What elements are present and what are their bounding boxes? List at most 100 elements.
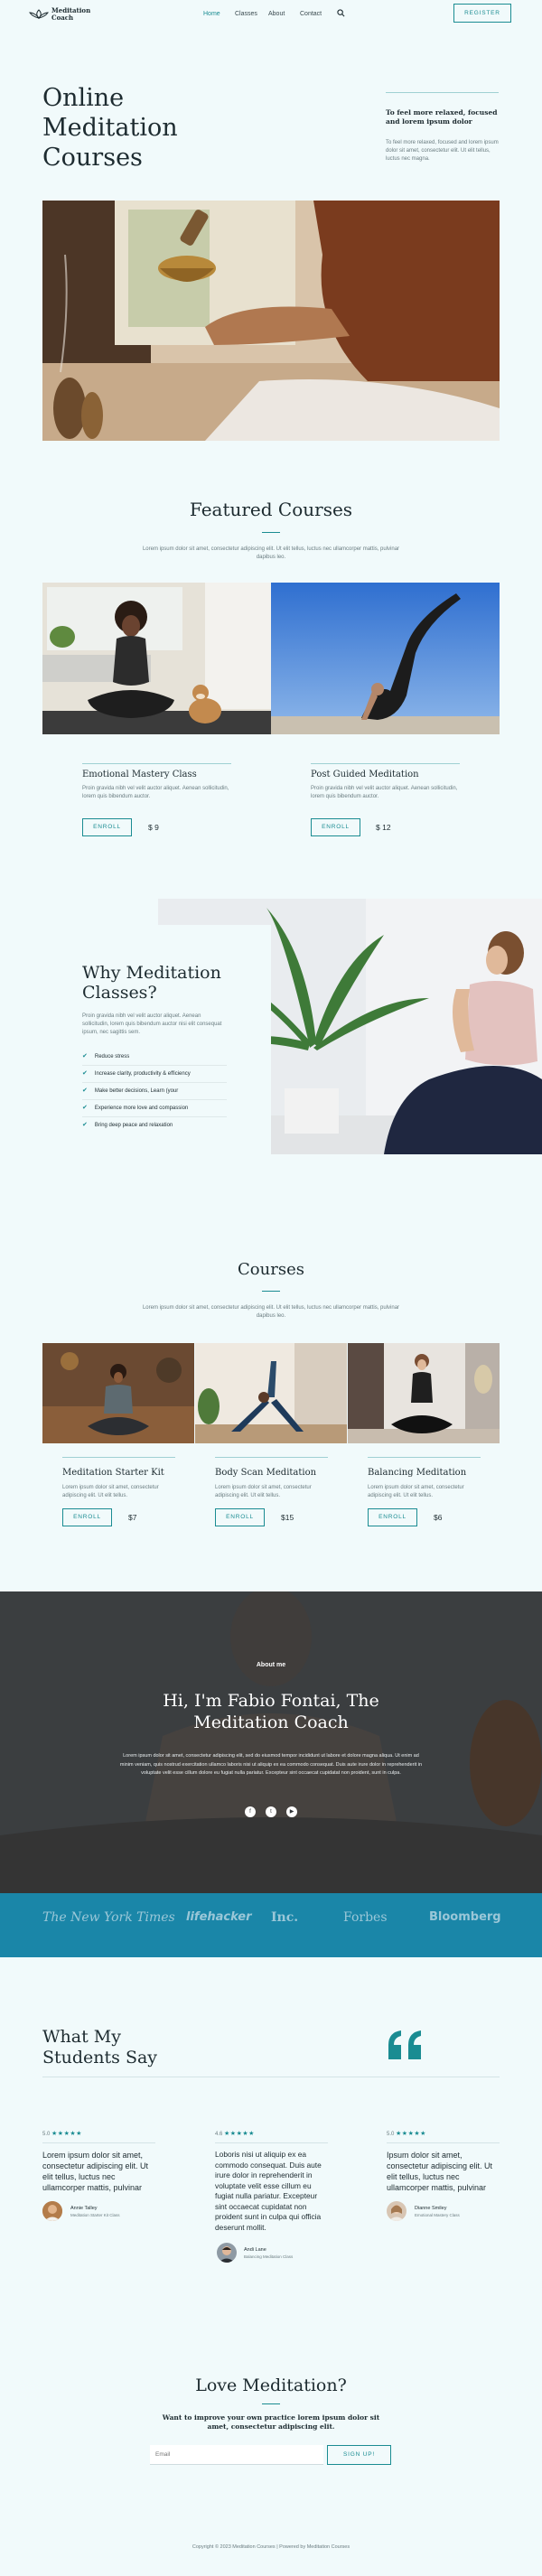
- check-icon: ✔: [82, 1122, 88, 1128]
- courses-title: Courses: [238, 1260, 304, 1279]
- about-text: Lorem ipsum dolor sit amet, consectetur …: [119, 1753, 423, 1776]
- why-item-label: Experience more love and compassion: [94, 1106, 189, 1111]
- why-item-label: Increase clarity, productivity & efficie…: [94, 1071, 191, 1077]
- why-title: Why Meditation Classes?: [82, 963, 221, 1003]
- course-2-divider: [215, 1457, 328, 1458]
- courses-intro: Lorem ipsum dolor sit amet, consectetur …: [142, 1305, 400, 1319]
- youtube-icon[interactable]: ▶: [286, 1806, 297, 1817]
- about-title-line: Meditation Coach: [193, 1713, 349, 1732]
- review-1-rating: 5.0 ★★★★★: [42, 2130, 82, 2137]
- star-rating-icon: ★★★★★: [224, 2131, 255, 2137]
- sign-up-button[interactable]: SIGN UP!: [327, 2445, 391, 2465]
- press-logo-nyt: The New York Times: [42, 1910, 175, 1925]
- hero-title-line: Courses: [42, 144, 143, 172]
- check-icon: ✔: [82, 1087, 88, 1094]
- nav-about[interactable]: About: [268, 11, 285, 17]
- nav-home[interactable]: Home: [203, 11, 220, 17]
- review-3-name: Dianne Smiley: [415, 2206, 447, 2211]
- newsletter-title: Love Meditation?: [195, 2375, 347, 2395]
- featured-intro: Lorem ipsum dolor sit amet, consectetur …: [142, 546, 400, 560]
- course-2-text: Lorem ipsum dolor sit amet, consectetur …: [215, 1485, 312, 1498]
- search-icon[interactable]: [337, 9, 345, 17]
- hero-title: Online Meditation Courses: [42, 83, 178, 173]
- featured-title: Featured Courses: [189, 499, 353, 520]
- press-band: [0, 1893, 542, 1957]
- course-1-enroll-button[interactable]: ENROLL: [62, 1508, 112, 1526]
- newsletter-divider: [262, 2403, 280, 2404]
- review-2-avatar: [217, 2243, 237, 2263]
- why-item: ✔ Bring deep peace and relaxation: [82, 1121, 227, 1134]
- star-rating-icon: ★★★★★: [51, 2131, 82, 2137]
- hero-title-line: Online: [42, 84, 125, 112]
- why-item: ✔ Reduce stress: [82, 1052, 227, 1066]
- review-1-name: Annie Talley: [70, 2206, 98, 2211]
- about-title-line: Hi, I'm Fabio Fontai, The: [163, 1691, 379, 1711]
- course-image-3: [348, 1343, 500, 1443]
- review-2-text: Loboris nisi ut aliquip ex ea commodo co…: [215, 2150, 322, 2232]
- twitter-icon[interactable]: t: [266, 1806, 276, 1817]
- course-1-text: Lorem ipsum dolor sit amet, consectetur …: [62, 1485, 159, 1498]
- check-icon: ✔: [82, 1053, 88, 1059]
- course-2-price: $15: [281, 1513, 294, 1522]
- course-1-price: $7: [128, 1513, 137, 1522]
- course-2-enroll-button[interactable]: ENROLL: [215, 1508, 265, 1526]
- lotus-logo-icon[interactable]: [29, 8, 49, 19]
- course-1-divider: [62, 1457, 175, 1458]
- testimonials-title-line: What My: [42, 2027, 121, 2047]
- course-image-2: [195, 1343, 347, 1443]
- why-item-label: Make better decisions, Learn (your: [94, 1088, 179, 1094]
- about-background-image: [0, 1591, 542, 1893]
- review-2-name: Andi Lane: [244, 2247, 266, 2253]
- review-2-course: Balancing Meditation Class: [244, 2254, 294, 2259]
- newsletter-subtitle: Want to improve your own practice lorem …: [162, 2413, 380, 2431]
- course-3-price: $6: [434, 1513, 443, 1522]
- review-1-avatar: [42, 2201, 62, 2221]
- course-3-divider: [368, 1457, 481, 1458]
- nav-contact[interactable]: Contact: [300, 11, 322, 17]
- why-item-label: Reduce stress: [94, 1054, 130, 1059]
- hero-aside-heading: To feel more relaxed, focused and lorem …: [386, 108, 498, 126]
- featured-card-1-title[interactable]: Emotional Mastery Class: [82, 770, 197, 779]
- courses-divider: [262, 1291, 280, 1292]
- review-1-divider: [42, 2142, 155, 2143]
- review-1-course: Meditation Starter Kit Class: [70, 2213, 120, 2217]
- course-3-title[interactable]: Balancing Meditation: [368, 1468, 466, 1478]
- press-logo-bloomberg: Bloomberg: [429, 1910, 501, 1924]
- review-3-avatar: [387, 2201, 406, 2221]
- featured-card-1-text: Proin gravida nibh vel velit auctor aliq…: [82, 786, 229, 799]
- logo-text[interactable]: Meditation Coach: [51, 7, 90, 22]
- featured-card-2-enroll-button[interactable]: ENROLL: [311, 818, 360, 836]
- check-icon: ✔: [82, 1105, 88, 1111]
- course-3-text: Lorem ipsum dolor sit amet, consectetur …: [368, 1485, 464, 1498]
- review-2-rating: 4.6 ★★★★★: [215, 2130, 255, 2137]
- logo-line-2: Coach: [51, 14, 74, 22]
- why-item: ✔ Increase clarity, productivity & effici…: [82, 1069, 227, 1083]
- press-logo-inc: Inc.: [271, 1910, 299, 1925]
- about-eyebrow: About me: [256, 1662, 286, 1668]
- why-text: Proin gravida nibh vel velit auctor aliq…: [82, 1013, 222, 1035]
- hero-image: [42, 201, 500, 441]
- press-logo-forbes: Forbes: [343, 1910, 388, 1925]
- testimonials-title-line: Students Say: [42, 2048, 158, 2067]
- nav-classes[interactable]: Classes: [235, 11, 257, 17]
- press-logo-lifehacker: lifehacker: [186, 1910, 252, 1924]
- email-input[interactable]: [150, 2445, 323, 2465]
- course-1-title[interactable]: Meditation Starter Kit: [62, 1468, 164, 1478]
- hero-title-line: Meditation: [42, 114, 178, 142]
- course-image-1: [42, 1343, 194, 1443]
- footer-copyright: Copyright © 2023 Meditation Courses | Po…: [192, 2544, 350, 2550]
- featured-card-2-divider: [311, 763, 460, 764]
- register-button[interactable]: REGISTER: [453, 4, 511, 23]
- why-item: ✔ Make better decisions, Learn (your: [82, 1087, 227, 1100]
- about-title: Hi, I'm Fabio Fontai, The Meditation Coa…: [0, 1690, 542, 1733]
- course-2-title[interactable]: Body Scan Meditation: [215, 1468, 316, 1478]
- featured-divider: [262, 532, 280, 533]
- featured-image-2: [271, 583, 500, 734]
- quote-icon: [388, 2030, 421, 2059]
- featured-card-1-enroll-button[interactable]: ENROLL: [82, 818, 132, 836]
- featured-card-2-title[interactable]: Post Guided Meditation: [311, 770, 419, 779]
- facebook-icon[interactable]: f: [245, 1806, 256, 1817]
- course-3-enroll-button[interactable]: ENROLL: [368, 1508, 417, 1526]
- why-item-label: Bring deep peace and relaxation: [94, 1123, 173, 1128]
- review-score: 4.6: [215, 2132, 223, 2137]
